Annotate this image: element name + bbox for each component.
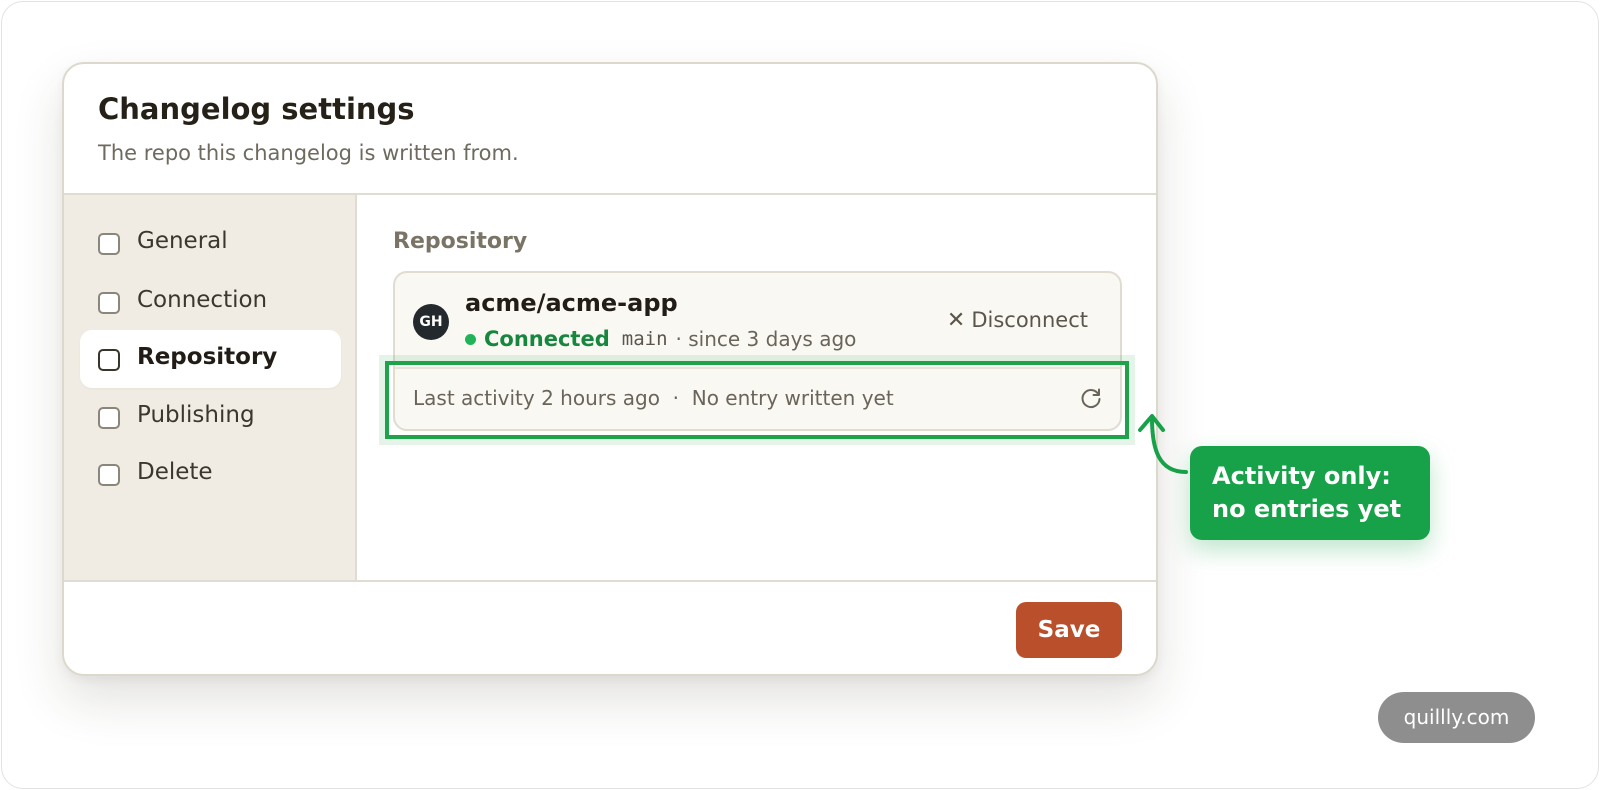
repository-name: acme/acme-app: [465, 289, 678, 317]
sidebar-item-general[interactable]: General: [80, 214, 341, 272]
dialog-footer: Save: [64, 580, 1156, 674]
sidebar-item-label: General: [137, 228, 228, 254]
checkbox-icon: [98, 233, 120, 255]
repository-card: GH acme/acme-app Connected main · since …: [393, 271, 1122, 431]
branch-name: main: [621, 328, 668, 350]
checkbox-icon: [98, 349, 120, 371]
dialog-title: Changelog settings: [98, 92, 415, 126]
annotation-arrow-icon: [1138, 414, 1188, 474]
status-badge: Connected: [484, 327, 610, 351]
status-dot-icon: [465, 333, 476, 345]
sidebar-item-delete[interactable]: Delete: [80, 445, 341, 503]
callout-line-1: Activity only:: [1212, 462, 1391, 490]
watermark-badge: quillly.com: [1378, 692, 1535, 743]
section-title: Repository: [393, 229, 528, 254]
checkbox-icon: [98, 292, 120, 314]
github-avatar: GH: [413, 304, 449, 340]
sidebar-item-publishing[interactable]: Publishing: [80, 388, 341, 446]
callout-line-2: no entries yet: [1212, 495, 1402, 523]
connection-status-row: Connected main · since 3 days ago: [465, 325, 856, 353]
activity-status: Last activity 2 hours ago · No entry wri…: [413, 386, 894, 410]
dialog-subtitle: The repo this changelog is written from.: [98, 141, 519, 165]
refresh-icon[interactable]: [1078, 385, 1104, 411]
changelog-settings-dialog: Changelog settings The repo this changel…: [62, 62, 1158, 676]
settings-content: Repository GH acme/acme-app Connected ma…: [357, 195, 1156, 580]
settings-sidebar: General Connection Repository Publishing…: [64, 195, 357, 580]
sidebar-item-label: Delete: [137, 459, 213, 485]
connected-since: · since 3 days ago: [675, 327, 857, 351]
save-button[interactable]: Save: [1016, 602, 1122, 658]
sidebar-item-label: Publishing: [137, 402, 255, 428]
sidebar-item-connection[interactable]: Connection: [80, 273, 341, 331]
activity-row: Last activity 2 hours ago · No entry wri…: [395, 369, 1120, 429]
sidebar-item-label: Connection: [137, 287, 268, 313]
checkbox-icon: [98, 464, 120, 486]
sidebar-item-label: Repository: [137, 344, 278, 370]
dialog-header: Changelog settings The repo this changel…: [64, 64, 1156, 195]
disconnect-button[interactable]: ✕ Disconnect: [947, 305, 1088, 335]
sidebar-item-repository[interactable]: Repository: [80, 330, 341, 388]
disconnect-label: Disconnect: [971, 308, 1088, 332]
close-icon: ✕: [946, 307, 966, 333]
annotation-callout: Activity only: no entries yet: [1190, 446, 1430, 540]
checkbox-icon: [98, 407, 120, 429]
repository-summary: GH acme/acme-app Connected main · since …: [395, 273, 1120, 369]
